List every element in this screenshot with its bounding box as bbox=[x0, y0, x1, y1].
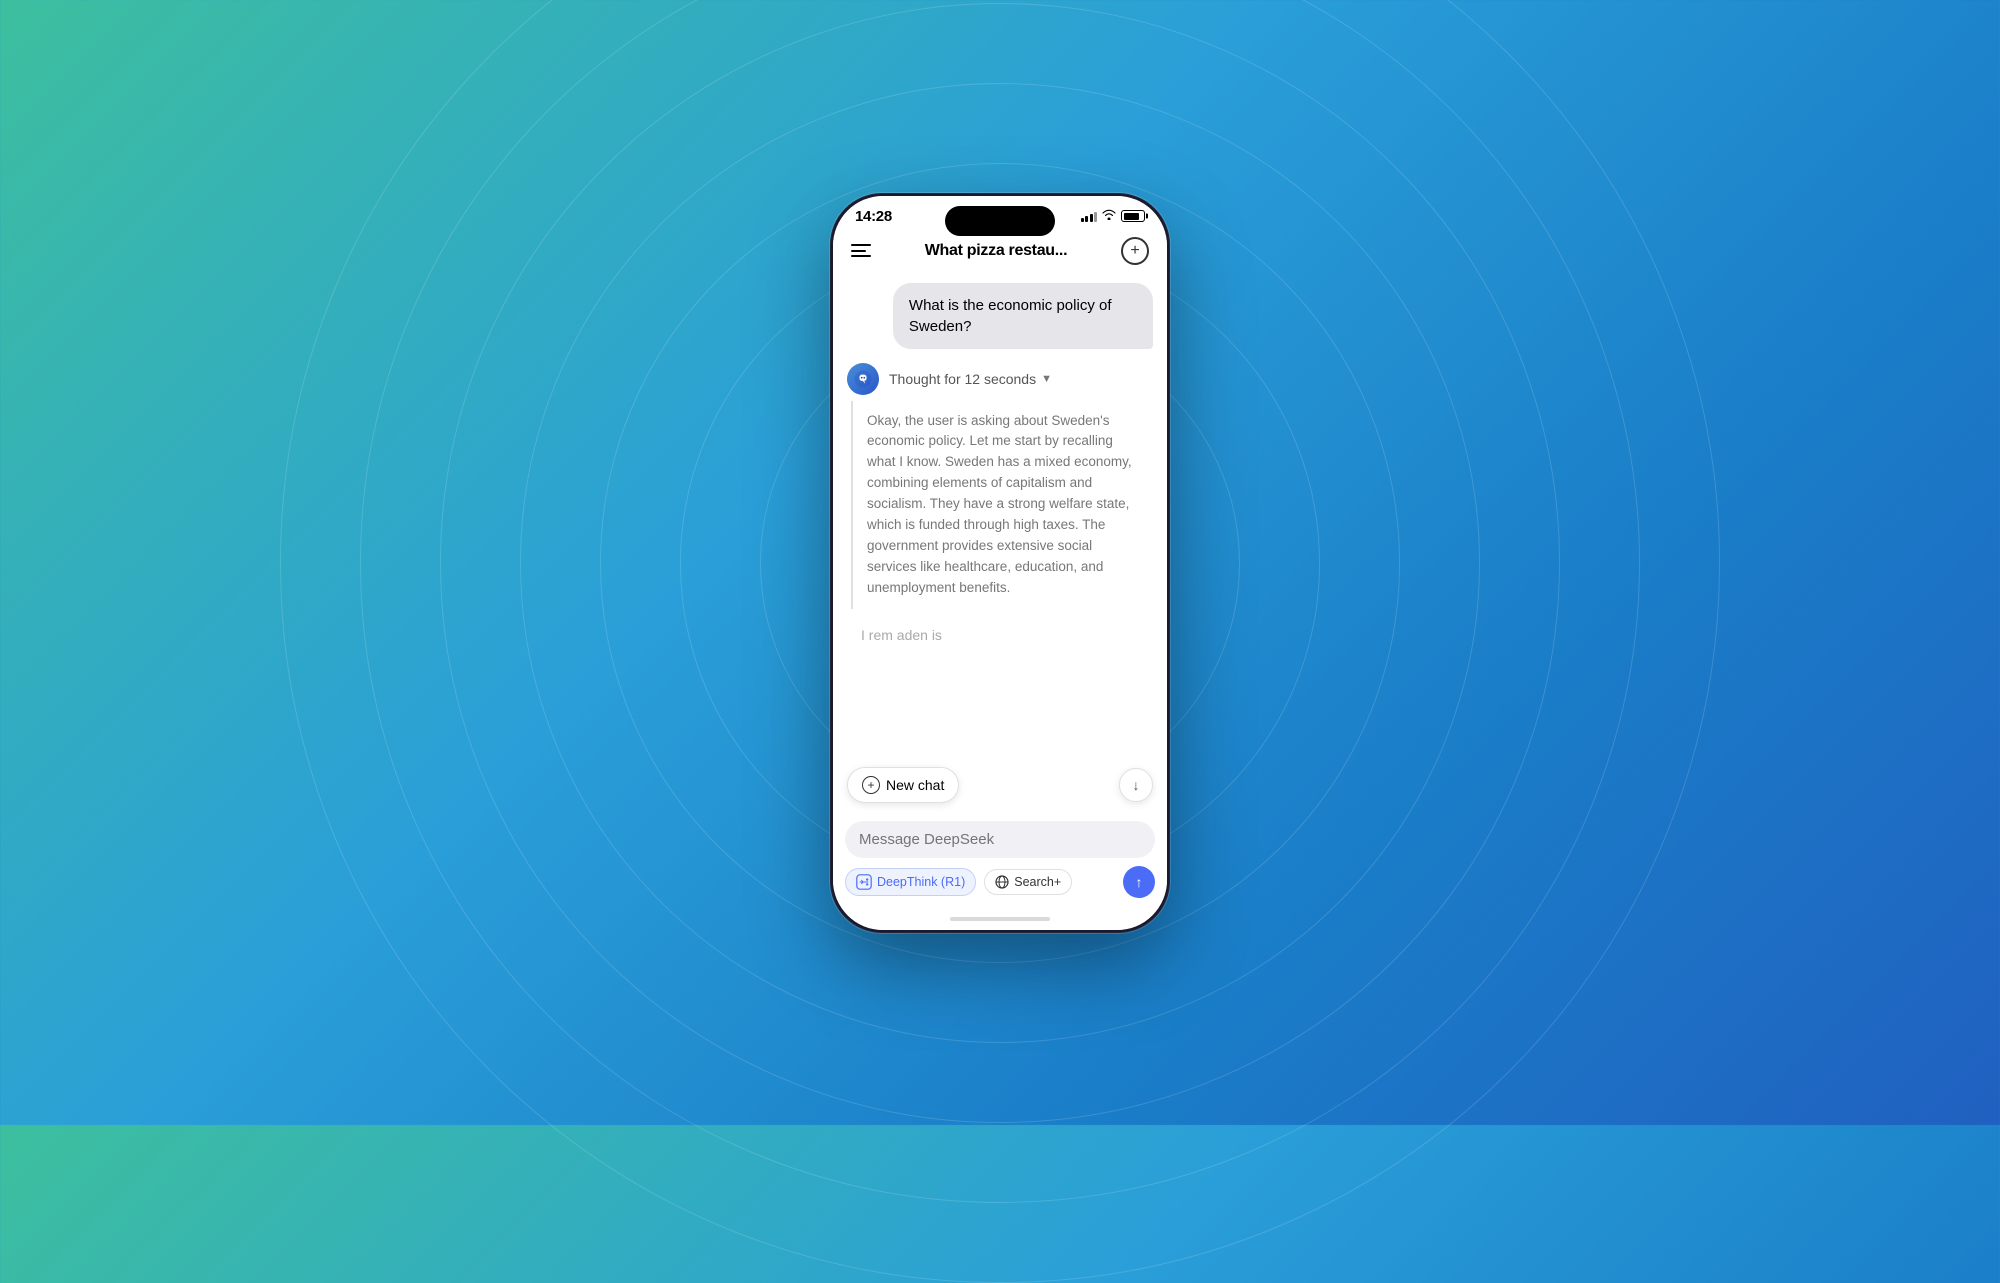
floating-buttons-overlay: + New chat ↓ bbox=[833, 759, 1167, 813]
message-input-wrapper bbox=[845, 821, 1155, 858]
phone-screen: 14:28 bbox=[833, 196, 1167, 930]
status-bar: 14:28 bbox=[833, 196, 1167, 229]
toolbar: DeepThink (R1) Search+ ↑ bbox=[845, 866, 1155, 898]
ai-response-header: Thought for 12 seconds ▼ bbox=[847, 363, 1153, 395]
scroll-down-button[interactable]: ↓ bbox=[1119, 768, 1153, 802]
new-chat-icon: + bbox=[862, 776, 880, 794]
ai-response: Thought for 12 seconds ▼ Okay, the user … bbox=[847, 363, 1153, 609]
send-button[interactable]: ↑ bbox=[1123, 866, 1155, 898]
deepthink-icon bbox=[856, 874, 872, 890]
home-indicator bbox=[833, 908, 1167, 930]
partial-response-text: I rem aden is bbox=[847, 623, 1153, 647]
new-chat-button[interactable]: + bbox=[1121, 237, 1149, 265]
thought-content: Okay, the user is asking about Sweden's … bbox=[851, 401, 1153, 609]
status-time: 14:28 bbox=[855, 208, 892, 225]
chat-title: What pizza restau... bbox=[925, 242, 1067, 260]
battery-icon bbox=[1121, 210, 1145, 222]
thought-toggle[interactable]: Thought for 12 seconds ▼ bbox=[889, 371, 1052, 387]
deepthink-button[interactable]: DeepThink (R1) bbox=[845, 868, 976, 896]
dynamic-island bbox=[945, 206, 1055, 236]
new-chat-floating-button[interactable]: + New chat bbox=[847, 767, 959, 803]
input-area: DeepThink (R1) Search+ ↑ bbox=[833, 813, 1167, 908]
user-message-bubble: What is the economic policy of Sweden? bbox=[893, 283, 1153, 349]
chevron-down-icon: ▼ bbox=[1041, 373, 1052, 385]
send-icon: ↑ bbox=[1136, 874, 1143, 890]
chat-area: What is the economic policy of Sweden? bbox=[833, 273, 1167, 813]
status-icons bbox=[1081, 209, 1146, 223]
chat-scroll[interactable]: What is the economic policy of Sweden? bbox=[833, 273, 1167, 813]
phone-frame: 14:28 bbox=[830, 193, 1170, 933]
message-input[interactable] bbox=[859, 831, 1141, 848]
wifi-icon bbox=[1102, 209, 1116, 223]
menu-button[interactable] bbox=[851, 244, 871, 257]
signal-icon bbox=[1081, 210, 1098, 222]
search-plus-button[interactable]: Search+ bbox=[984, 869, 1072, 895]
ai-avatar bbox=[847, 363, 879, 395]
globe-icon bbox=[995, 875, 1009, 889]
arrow-down-icon: ↓ bbox=[1133, 777, 1140, 793]
